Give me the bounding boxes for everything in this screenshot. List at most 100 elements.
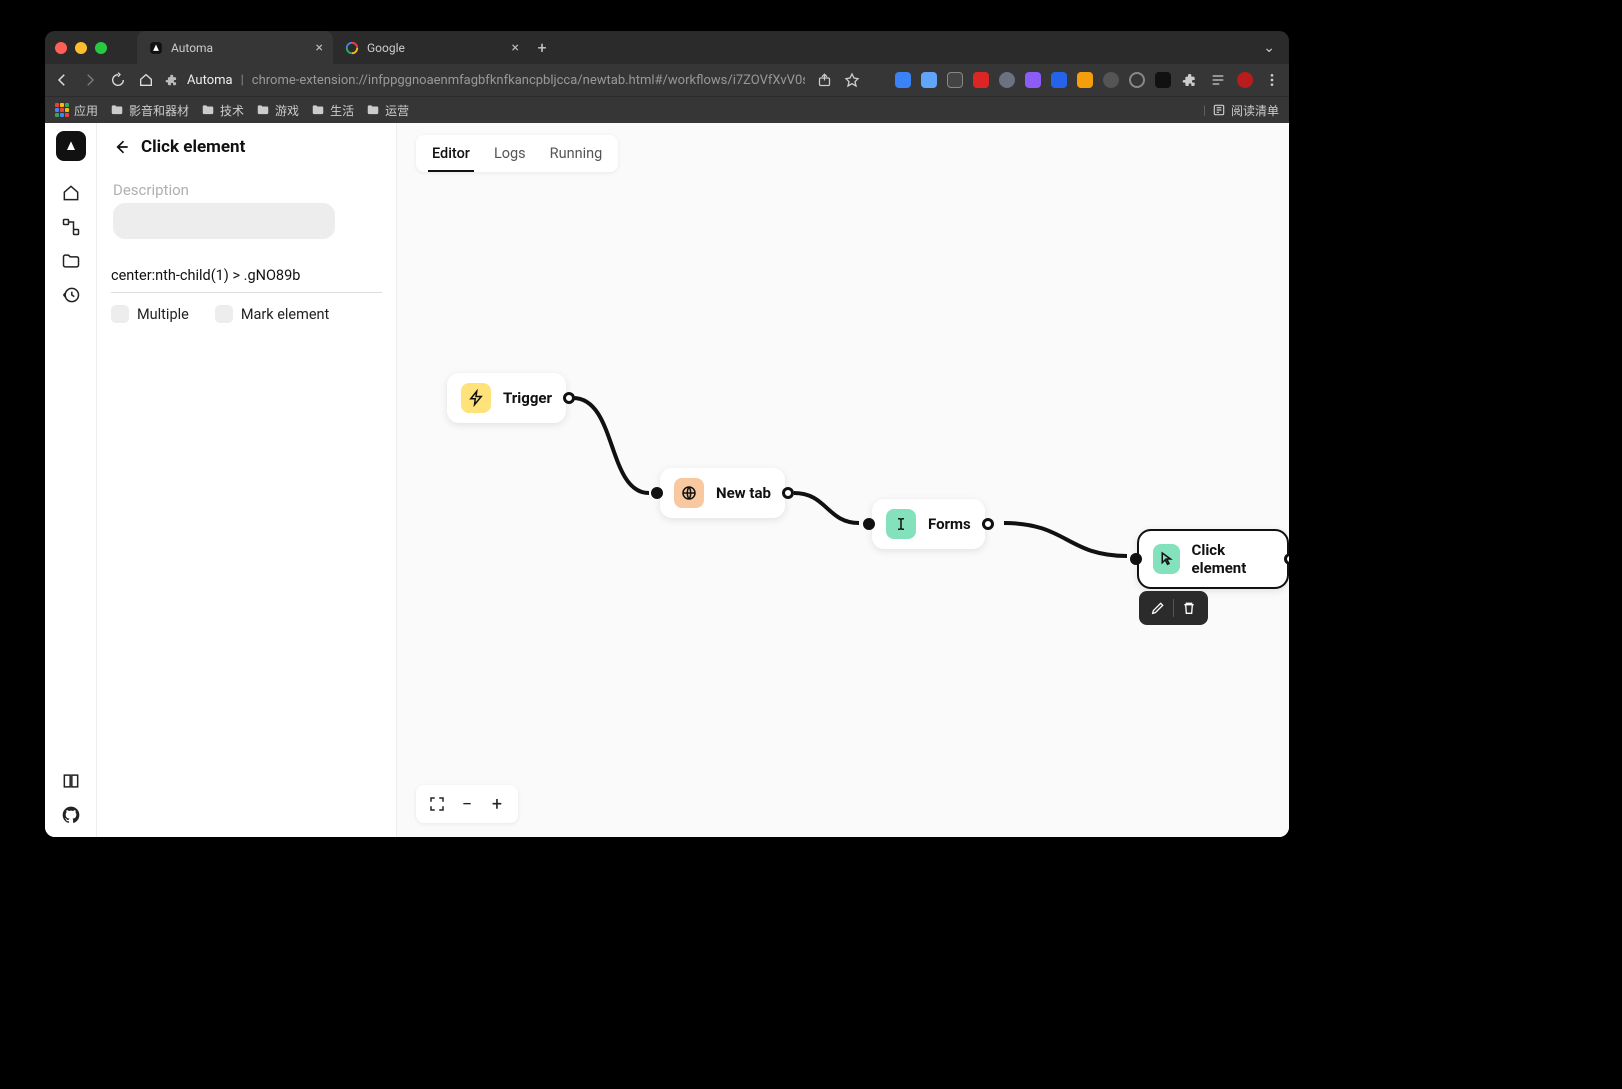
ext-gmail-icon[interactable]: [973, 72, 989, 88]
output-port[interactable]: [782, 487, 794, 499]
selector-input[interactable]: [111, 259, 382, 293]
tabs-chevron-icon[interactable]: ⌄: [1263, 40, 1275, 56]
share-icon[interactable]: [815, 71, 833, 89]
star-icon[interactable]: [843, 71, 861, 89]
automa-logo-icon[interactable]: [56, 131, 86, 161]
back-icon[interactable]: [53, 71, 71, 89]
ext-icon[interactable]: [921, 72, 937, 88]
history-nav-icon[interactable]: [61, 285, 81, 305]
home-nav-icon[interactable]: [61, 183, 81, 203]
automa-ext-icon[interactable]: [1155, 72, 1171, 88]
reading-list-button[interactable]: 阅读清单: [1212, 102, 1279, 119]
automa-favicon-icon: [149, 41, 163, 55]
node-trigger[interactable]: Trigger: [447, 373, 566, 423]
properties-panel: Click element Description Multiple Mark …: [97, 123, 397, 837]
maximize-window-button[interactable]: [95, 42, 107, 54]
zoom-in-button[interactable]: +: [482, 791, 512, 817]
ext-icon[interactable]: [999, 72, 1015, 88]
new-tab-button[interactable]: +: [529, 31, 555, 64]
browser-tab-automa[interactable]: Automa ×: [137, 31, 333, 64]
description-input[interactable]: [113, 203, 335, 239]
workflow-nav-icon[interactable]: [61, 217, 81, 237]
output-port[interactable]: [563, 392, 575, 404]
output-port[interactable]: [982, 518, 994, 530]
bookmark-label: 技术: [220, 102, 244, 119]
ext-icon[interactable]: [1025, 72, 1041, 88]
browser-toolbar: Automa | chrome-extension://infppggnoaen…: [45, 64, 1289, 96]
titlebar: Automa × Google × + ⌄: [45, 31, 1289, 64]
cursor-click-icon: [1153, 544, 1180, 574]
globe-icon: [674, 478, 704, 508]
folder-nav-icon[interactable]: [61, 251, 81, 271]
bookmark-folder[interactable]: 技术: [201, 102, 244, 119]
tab-editor[interactable]: Editor: [420, 135, 482, 172]
list-icon[interactable]: [1209, 71, 1227, 89]
shadow: [451, 423, 562, 429]
output-port[interactable]: [1284, 553, 1289, 565]
bolt-icon: [461, 383, 491, 413]
input-port[interactable]: [651, 487, 663, 499]
pocket-icon[interactable]: [947, 72, 963, 88]
bookmark-folder[interactable]: 生活: [311, 102, 354, 119]
ext-icon[interactable]: [1077, 72, 1093, 88]
delete-node-button[interactable]: [1174, 597, 1204, 619]
browser-tab-google[interactable]: Google ×: [333, 31, 529, 64]
menu-icon[interactable]: [1263, 71, 1281, 89]
shadow: [876, 549, 981, 555]
input-port[interactable]: [863, 518, 875, 530]
bookmark-folder[interactable]: 影音和器材: [110, 102, 189, 119]
cursor-text-icon: [886, 509, 916, 539]
extensions-icon[interactable]: [1181, 71, 1199, 89]
workflow-canvas[interactable]: Editor Logs Running Trigger: [397, 123, 1289, 837]
close-tab-icon[interactable]: ×: [512, 40, 519, 56]
edit-node-button[interactable]: [1143, 597, 1173, 619]
node-label: Click element: [1192, 541, 1273, 577]
bookmark-label: 应用: [74, 102, 98, 119]
ext-icon[interactable]: [1129, 72, 1145, 88]
bookmark-apps[interactable]: 应用: [55, 102, 98, 119]
reading-list-label: 阅读清单: [1231, 102, 1279, 119]
traffic-lights: [55, 42, 107, 54]
minimize-window-button[interactable]: [75, 42, 87, 54]
close-tab-icon[interactable]: ×: [316, 40, 323, 56]
node-newtab[interactable]: New tab: [660, 468, 785, 518]
extensions-group: [895, 71, 1281, 89]
close-window-button[interactable]: [55, 42, 67, 54]
home-icon[interactable]: [137, 71, 155, 89]
node-actions: [1139, 591, 1208, 625]
zoom-out-button[interactable]: −: [452, 791, 482, 817]
back-arrow-icon[interactable]: [111, 137, 131, 157]
node-forms[interactable]: Forms: [872, 499, 985, 549]
ext-shield-icon[interactable]: [1103, 72, 1119, 88]
browser-tabs: Automa × Google × +: [137, 31, 1279, 64]
bookmark-label: 影音和器材: [129, 102, 189, 119]
fit-screen-button[interactable]: [422, 791, 452, 817]
tab-running[interactable]: Running: [538, 135, 615, 172]
left-rail: [45, 123, 97, 837]
multiple-label: Multiple: [137, 306, 189, 323]
bookmark-label: 游戏: [275, 102, 299, 119]
multiple-checkbox[interactable]: Multiple: [111, 305, 189, 323]
mark-element-checkbox[interactable]: Mark element: [215, 305, 329, 323]
forward-icon[interactable]: [81, 71, 99, 89]
zoom-controls: − +: [416, 785, 518, 823]
github-nav-icon[interactable]: [61, 805, 81, 825]
ext-icon[interactable]: [895, 72, 911, 88]
tab-logs[interactable]: Logs: [482, 135, 538, 172]
bookmark-folder[interactable]: 运营: [366, 102, 409, 119]
bookmark-label: 生活: [330, 102, 354, 119]
profile-avatar[interactable]: [1237, 72, 1253, 88]
reload-icon[interactable]: [109, 71, 127, 89]
tab-title: Google: [367, 41, 405, 55]
docs-nav-icon[interactable]: [61, 771, 81, 791]
node-click-element[interactable]: Click element: [1137, 529, 1289, 589]
url-path: chrome-extension://infppggnoaenmfagbfknf…: [252, 73, 805, 88]
ext-icon[interactable]: [1051, 72, 1067, 88]
url-bar[interactable]: Automa | chrome-extension://infppggnoaen…: [165, 69, 805, 91]
apps-grid-icon: [55, 103, 69, 117]
bookmark-folder[interactable]: 游戏: [256, 102, 299, 119]
edges-layer: [397, 123, 1289, 837]
shadow: [664, 518, 781, 524]
input-port[interactable]: [1130, 553, 1142, 565]
bookmark-bar: 应用 影音和器材 技术 游戏 生活 运营 | 阅读清单: [45, 96, 1289, 123]
